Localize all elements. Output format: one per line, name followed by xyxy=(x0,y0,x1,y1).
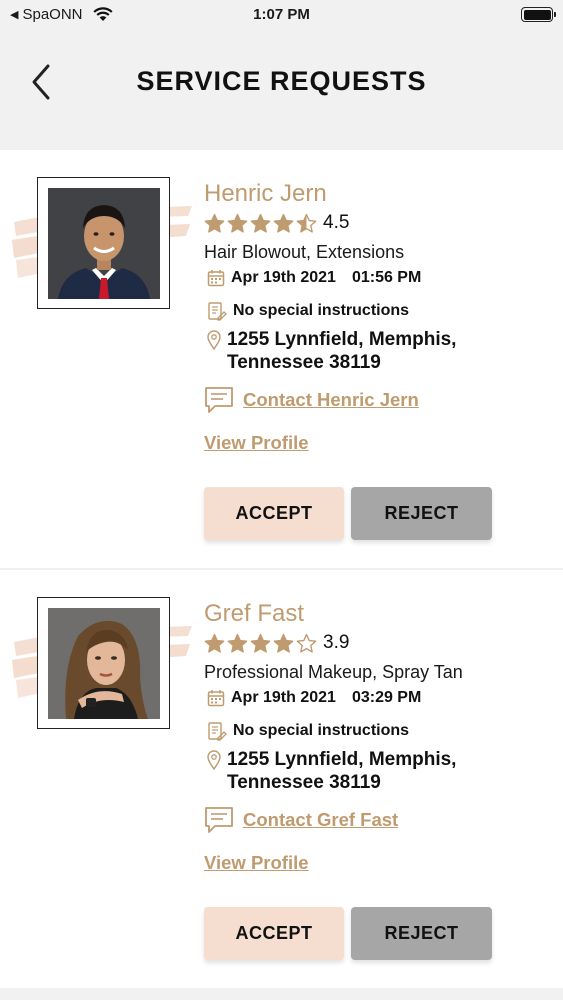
request-card: Gref Fast 3.9 Professional Makeup, Spray… xyxy=(0,570,563,988)
profile-photo-frame xyxy=(37,597,170,729)
request-date: Apr 19th 2021 xyxy=(231,689,336,706)
header-bar: ◀ SpaONN 1:07 PM SERVICE REQUESTS xyxy=(0,0,563,150)
accept-button[interactable]: ACCEPT xyxy=(204,907,344,960)
request-card: Henric Jern 4.5 Hair Blowout, Extensions… xyxy=(0,150,563,568)
profile-photo-henric xyxy=(48,188,160,299)
accept-button[interactable]: ACCEPT xyxy=(204,487,344,540)
star-full-icon xyxy=(273,633,294,653)
star-full-icon xyxy=(204,213,225,233)
star-half-icon xyxy=(296,213,317,233)
star-full-icon xyxy=(227,633,248,653)
profile-photo-frame xyxy=(37,177,170,309)
reject-button[interactable]: REJECT xyxy=(351,487,492,540)
address-row: 1255 Lynnfield, Memphis, Tennessee 38119 xyxy=(207,748,527,794)
instructions-row: No special instructions xyxy=(207,301,409,321)
chat-bubble-icon xyxy=(205,807,233,833)
address-text: 1255 Lynnfield, Memphis, Tennessee 38119 xyxy=(227,749,457,793)
request-time: 03:29 PM xyxy=(351,689,422,706)
services-text: Hair Blowout, Extensions xyxy=(204,242,405,262)
star-rating: 3.9 xyxy=(204,632,349,654)
contact-label[interactable]: Contact Henric Jern xyxy=(243,389,419,411)
provider-name: Henric Jern xyxy=(204,180,327,207)
star-full-icon xyxy=(250,213,271,233)
star-full-icon xyxy=(273,213,294,233)
battery-icon xyxy=(521,7,556,22)
contact-link[interactable]: Contact Gref Fast xyxy=(203,805,398,835)
rating-value: 3.9 xyxy=(323,632,350,653)
provider-name: Gref Fast xyxy=(204,600,305,627)
page-title: SERVICE REQUESTS xyxy=(136,66,427,96)
location-pin-icon xyxy=(207,330,221,350)
request-time: 01:56 PM xyxy=(351,269,422,286)
date-row: Apr 19th 2021 03:29 PM xyxy=(207,689,421,707)
calendar-icon xyxy=(207,690,225,707)
calendar-icon xyxy=(207,270,225,287)
star-empty-icon xyxy=(296,633,317,653)
status-time: 1:07 PM xyxy=(253,6,310,23)
instructions-text: No special instructions xyxy=(233,302,410,319)
contact-link[interactable]: Contact Henric Jern xyxy=(203,385,419,415)
notes-icon xyxy=(208,302,227,321)
instructions-text: No special instructions xyxy=(233,722,410,739)
status-bar: ◀ SpaONN 1:07 PM xyxy=(0,0,563,30)
reject-button[interactable]: REJECT xyxy=(351,907,492,960)
request-date: Apr 19th 2021 xyxy=(231,269,336,286)
star-full-icon xyxy=(250,633,271,653)
address-text: 1255 Lynnfield, Memphis, Tennessee 38119 xyxy=(227,329,457,373)
view-profile-link[interactable]: View Profile xyxy=(204,432,309,454)
star-full-icon xyxy=(227,213,248,233)
chat-bubble-icon xyxy=(205,387,233,413)
notes-icon xyxy=(208,722,227,741)
address-row: 1255 Lynnfield, Memphis, Tennessee 38119 xyxy=(207,328,527,374)
bottom-strip xyxy=(0,988,563,1000)
services-text: Professional Makeup, Spray Tan xyxy=(204,662,463,682)
date-row: Apr 19th 2021 01:56 PM xyxy=(207,269,421,287)
location-pin-icon xyxy=(207,750,221,770)
contact-label[interactable]: Contact Gref Fast xyxy=(243,809,398,831)
star-rating: 4.5 xyxy=(204,212,349,234)
rating-value: 4.5 xyxy=(323,212,350,233)
profile-photo-gref xyxy=(48,608,160,719)
star-full-icon xyxy=(204,633,225,653)
view-profile-link[interactable]: View Profile xyxy=(204,852,309,874)
instructions-row: No special instructions xyxy=(207,721,409,741)
